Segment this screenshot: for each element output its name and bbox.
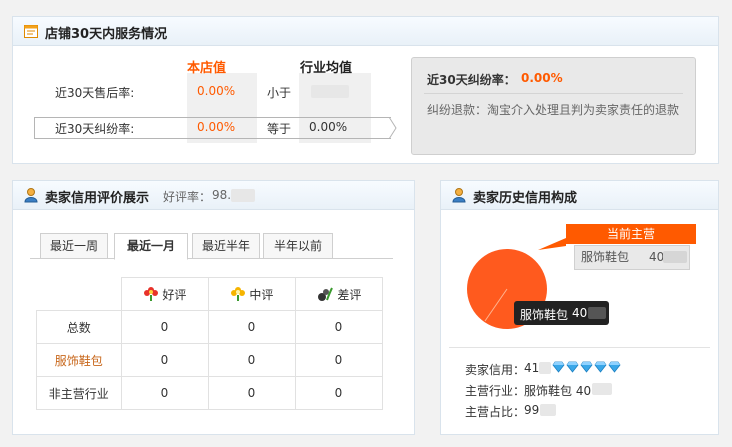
blurred-credit-value — [539, 362, 551, 374]
service-panel: 店铺30天内服务情况 本店值 行业均值 近30天售后率: 0.00% 小于 近3… — [12, 16, 719, 164]
header-bad-label: 差评 — [337, 287, 362, 302]
red-flower-icon — [143, 286, 158, 301]
blurred-legend-value — [663, 251, 687, 263]
main-industry-label: 主营行业： — [465, 384, 526, 398]
rating-panel-header: 卖家信用评价展示 好评率： 98. — [13, 181, 414, 210]
row-label-total: 总数 — [36, 310, 122, 344]
cell-main-bad: 0 — [294, 343, 383, 377]
after-sales-compare: 小于 — [267, 86, 292, 100]
blurred-tooltip-value — [588, 307, 606, 319]
rating-table: 好评 中评 差评 总数 0 0 0 服饰鞋包 0 0 0 非主营行业 0 0 0 — [36, 277, 383, 410]
legend-header: 当前主营 — [566, 224, 696, 244]
legend-connector — [538, 238, 566, 250]
cell-main-good: 0 — [120, 343, 209, 377]
table-row: 非主营行业 0 0 0 — [36, 376, 383, 410]
history-title: 卖家历史信用构成 — [473, 191, 578, 206]
cell-other-bad: 0 — [294, 376, 383, 410]
seller-credit-value: 41 — [524, 361, 540, 375]
table-corner — [36, 277, 122, 311]
legend-item[interactable]: 服饰鞋包 40 — [574, 245, 690, 270]
blurred-industry-value — [311, 85, 349, 98]
diamond-icon — [552, 361, 565, 373]
row-label-main-industry[interactable]: 服饰鞋包 — [36, 343, 122, 377]
header-neutral-label: 中评 — [249, 287, 274, 302]
diamond-icon — [566, 361, 579, 373]
diamond-rating — [552, 361, 622, 375]
good-rate-value: 98. — [212, 188, 232, 202]
row-pointer-arrow — [389, 117, 397, 139]
rating-title: 卖家信用评价展示 — [45, 191, 150, 206]
diamond-icon — [594, 361, 607, 373]
main-share-label: 主营占比： — [465, 405, 526, 419]
diamond-icon — [580, 361, 593, 373]
detail-description: 纠纷退款：淘宝介入处理且判为卖家责任的退款 — [427, 103, 680, 117]
cell-other-good: 0 — [120, 376, 209, 410]
legend-header-label: 当前主营 — [606, 227, 655, 241]
history-panel-header: 卖家历史信用构成 — [441, 181, 718, 210]
table-header-row: 好评 中评 差评 — [36, 277, 383, 311]
cell-total-bad: 0 — [294, 310, 383, 344]
service-panel-header: 店铺30天内服务情况 — [13, 17, 718, 46]
good-rate-label: 好评率： — [163, 190, 212, 204]
detail-title-label: 近30天纠纷率： — [427, 73, 516, 87]
blurred-industry-credit — [592, 383, 612, 395]
dispute-store-value: 0.00% — [197, 120, 236, 134]
cell-total-good: 0 — [120, 310, 209, 344]
row-label-other-industry: 非主营行业 — [36, 376, 122, 410]
dispute-industry-value: 0.00% — [309, 120, 348, 134]
main-share-value: 99 — [524, 403, 540, 417]
header-neutral: 中评 — [207, 277, 296, 311]
legend-item-label: 服饰鞋包 — [581, 250, 630, 264]
tooltip-value: 40 — [572, 306, 588, 320]
legend-item-value: 40 — [649, 250, 665, 264]
after-sales-store-value: 0.00% — [197, 84, 236, 98]
user-icon — [24, 188, 38, 203]
service-title: 店铺30天内服务情况 — [45, 27, 168, 42]
calendar-icon — [24, 25, 38, 38]
detail-title-value: 0.00% — [521, 71, 563, 85]
tooltip-label: 服饰鞋包 — [520, 308, 569, 322]
blurred-good-rate — [231, 189, 255, 202]
blurred-share-value — [540, 404, 556, 416]
legend-box: 当前主营 服饰鞋包 40 — [566, 224, 696, 272]
dispute-rate-label: 近30天纠纷率: — [55, 122, 135, 136]
tab-last-half-year[interactable]: 最近半年 — [192, 233, 260, 259]
header-good-label: 好评 — [162, 287, 187, 302]
dispute-compare: 等于 — [267, 122, 292, 136]
table-row: 服饰鞋包 0 0 0 — [36, 343, 383, 377]
wilted-flower-icon — [317, 287, 333, 301]
diamond-icon — [608, 361, 621, 373]
cell-total-neutral: 0 — [207, 310, 296, 344]
main-industry-value: 服饰鞋包 40 — [524, 384, 592, 398]
tab-last-month[interactable]: 最近一月 — [114, 233, 188, 260]
header-bad: 差评 — [294, 277, 383, 311]
store-value-header: 本店值 — [187, 61, 227, 76]
history-divider — [449, 347, 710, 348]
cell-main-neutral: 0 — [207, 343, 296, 377]
after-sales-rate-label: 近30天售后率: — [55, 86, 135, 100]
tab-before-half-year[interactable]: 半年以前 — [263, 233, 333, 259]
cell-other-neutral: 0 — [207, 376, 296, 410]
industry-avg-header: 行业均值 — [300, 61, 353, 76]
detail-divider — [424, 93, 683, 94]
table-row: 总数 0 0 0 — [36, 310, 383, 344]
yellow-flower-icon — [230, 286, 245, 301]
dispute-detail-box: 近30天纠纷率： 0.00% 纠纷退款：淘宝介入处理且判为卖家责任的退款 — [411, 57, 696, 155]
seller-credit-label: 卖家信用： — [465, 363, 526, 377]
pie-tooltip: 服饰鞋包 40 — [514, 301, 609, 325]
header-good: 好评 — [120, 277, 209, 311]
tab-last-week[interactable]: 最近一周 — [40, 233, 108, 259]
user-icon — [452, 188, 466, 203]
